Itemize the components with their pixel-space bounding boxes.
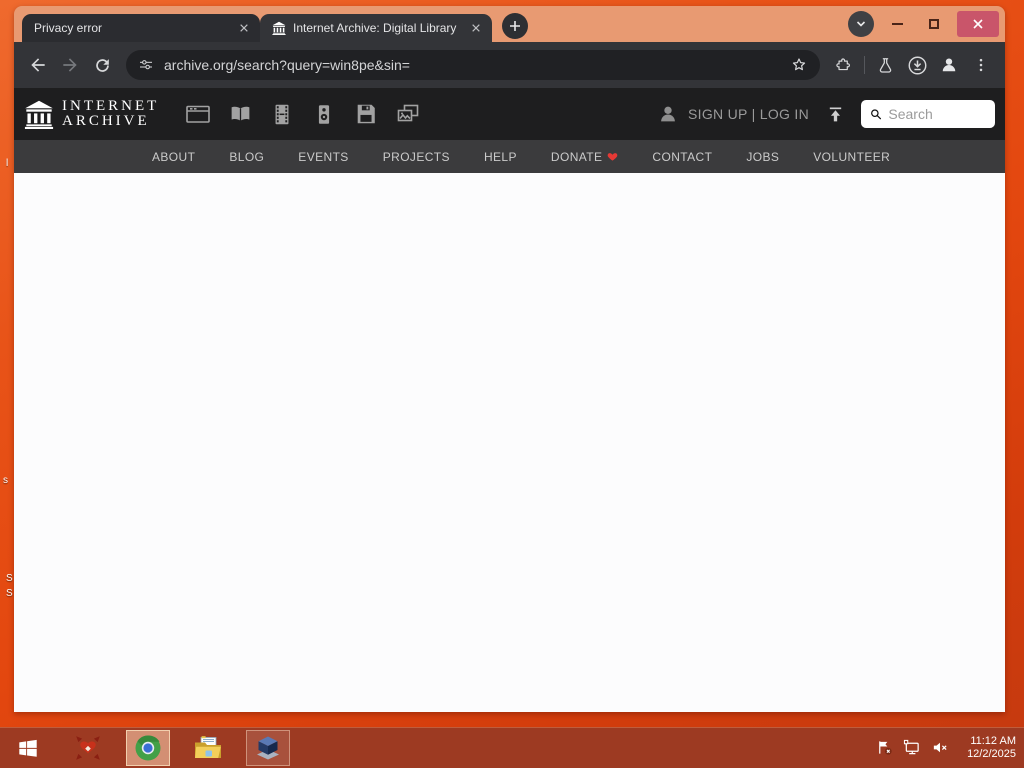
web-icon[interactable] xyxy=(185,101,211,127)
ia-search-box[interactable] xyxy=(861,100,995,128)
signup-login-link[interactable]: SIGN UP | LOG IN xyxy=(688,106,809,122)
flask-icon xyxy=(879,57,891,73)
red-app-icon xyxy=(76,735,100,760)
downloads-button[interactable] xyxy=(901,49,933,81)
taskbar-app-file-explorer[interactable] xyxy=(186,730,230,766)
video-icon[interactable] xyxy=(269,101,295,127)
reload-button[interactable] xyxy=(86,49,118,81)
media-type-icons xyxy=(185,101,421,127)
window-controls xyxy=(848,10,999,38)
person-icon xyxy=(661,106,675,122)
profile-avatar-icon xyxy=(942,58,956,72)
tab-strip: Privacy error Internet Archive: Digital … xyxy=(14,6,1005,42)
desktop-icon-label-fragment: S xyxy=(6,588,13,599)
nav-donate[interactable]: DONATE xyxy=(551,150,619,164)
logo-text-line1: INTERNET xyxy=(62,98,160,114)
browser-menu-button[interactable] xyxy=(965,49,997,81)
browser-window: Privacy error Internet Archive: Digital … xyxy=(14,6,1005,712)
maximize-icon xyxy=(929,19,939,29)
clock-time: 11:12 AM xyxy=(970,734,1016,747)
address-bar[interactable]: archive.org/search?query=win8pe&sin= xyxy=(126,50,820,80)
nav-contact[interactable]: CONTACT xyxy=(652,150,712,164)
labs-button[interactable] xyxy=(869,49,901,81)
taskbar-app-red[interactable] xyxy=(66,730,110,766)
ia-search-input[interactable] xyxy=(888,106,987,122)
desktop: l s S S Privacy error Internet Archive: … xyxy=(0,0,1024,768)
logo-text-line2: ARCHIVE xyxy=(62,113,150,129)
page-content xyxy=(14,173,1005,712)
close-icon xyxy=(973,19,983,29)
forward-button[interactable] xyxy=(54,49,86,81)
nav-about[interactable]: ABOUT xyxy=(152,150,195,164)
reload-icon xyxy=(95,58,109,72)
tab-internet-archive[interactable]: Internet Archive: Digital Library xyxy=(260,14,492,42)
profile-button[interactable] xyxy=(933,49,965,81)
upload-icon[interactable] xyxy=(825,104,846,125)
nav-donate-label: DONATE xyxy=(550,149,603,164)
windows-logo-icon xyxy=(19,739,37,757)
desktop-icon-label-fragment: s xyxy=(3,475,8,486)
taskbar-app-chrome[interactable] xyxy=(126,729,170,766)
network-status-icon[interactable] xyxy=(903,739,921,756)
ia-header: INTERNET ARCHIVE SIGN UP | LOG IN Search xyxy=(14,88,1005,140)
tab-privacy-error[interactable]: Privacy error xyxy=(22,14,260,42)
nav-blog[interactable]: BLOG xyxy=(229,150,264,164)
file-explorer-icon xyxy=(195,735,221,758)
toolbar-divider xyxy=(864,56,865,74)
donate-heart-icon xyxy=(608,153,618,161)
search-icon xyxy=(871,109,882,120)
desktop-icon-label-fragment: l xyxy=(6,158,9,169)
ia-nav-bar: ABOUT BLOG EVENTS PROJECTS HELP DONATE C… xyxy=(14,140,1005,173)
site-info-icon[interactable] xyxy=(138,57,154,73)
bookmark-star-icon[interactable] xyxy=(790,56,808,74)
download-icon xyxy=(908,56,926,74)
back-icon xyxy=(31,58,45,72)
nav-help[interactable]: HELP xyxy=(484,150,517,164)
action-center-flag-icon[interactable] xyxy=(876,739,893,756)
nav-events[interactable]: EVENTS xyxy=(298,150,348,164)
minimize-button[interactable] xyxy=(883,11,911,37)
close-button[interactable] xyxy=(957,11,999,37)
nav-jobs[interactable]: JOBS xyxy=(746,150,779,164)
ia-header-right: SIGN UP | LOG IN xyxy=(657,100,995,128)
forward-icon xyxy=(63,58,77,72)
extensions-button[interactable] xyxy=(828,49,860,81)
puzzle-icon xyxy=(835,57,850,70)
minimize-icon xyxy=(891,23,903,25)
browser-toolbar: archive.org/search?query=win8pe&sin= xyxy=(14,42,1005,88)
tab-close-icon[interactable] xyxy=(236,20,252,36)
nav-projects[interactable]: PROJECTS xyxy=(383,150,450,164)
images-icon[interactable] xyxy=(395,101,421,127)
taskbar-app-virtualbox[interactable] xyxy=(246,729,290,766)
url-text[interactable]: archive.org/search?query=win8pe&sin= xyxy=(164,57,780,73)
software-icon[interactable] xyxy=(353,101,379,127)
audio-icon[interactable] xyxy=(311,101,337,127)
clock-date: 12/2/2025 xyxy=(967,747,1016,760)
tab-search-button[interactable] xyxy=(848,11,874,37)
desktop-icon-label-fragment: S xyxy=(6,573,13,584)
tab-title: Privacy error xyxy=(34,21,103,35)
kebab-menu-icon xyxy=(979,58,983,72)
start-button[interactable] xyxy=(8,730,48,766)
tab-title: Internet Archive: Digital Library xyxy=(293,21,457,35)
taskbar-clock[interactable]: 11:12 AM 12/2/2025 xyxy=(967,735,1016,761)
chrome-icon xyxy=(135,734,161,760)
new-tab-button[interactable] xyxy=(502,13,528,39)
internet-archive-favicon-icon xyxy=(272,21,286,35)
system-tray: 11:12 AM 12/2/2025 xyxy=(876,735,1016,761)
tab-close-icon[interactable] xyxy=(468,20,484,36)
maximize-button[interactable] xyxy=(920,11,948,37)
volume-muted-icon[interactable] xyxy=(931,739,949,756)
internet-archive-logo[interactable]: INTERNET ARCHIVE xyxy=(24,99,159,129)
back-button[interactable] xyxy=(22,49,54,81)
ia-building-icon xyxy=(24,100,54,129)
nav-volunteer[interactable]: VOLUNTEER xyxy=(813,150,890,164)
taskbar: 11:12 AM 12/2/2025 xyxy=(0,727,1024,768)
virtualbox-icon xyxy=(257,736,279,759)
texts-icon[interactable] xyxy=(227,101,253,127)
